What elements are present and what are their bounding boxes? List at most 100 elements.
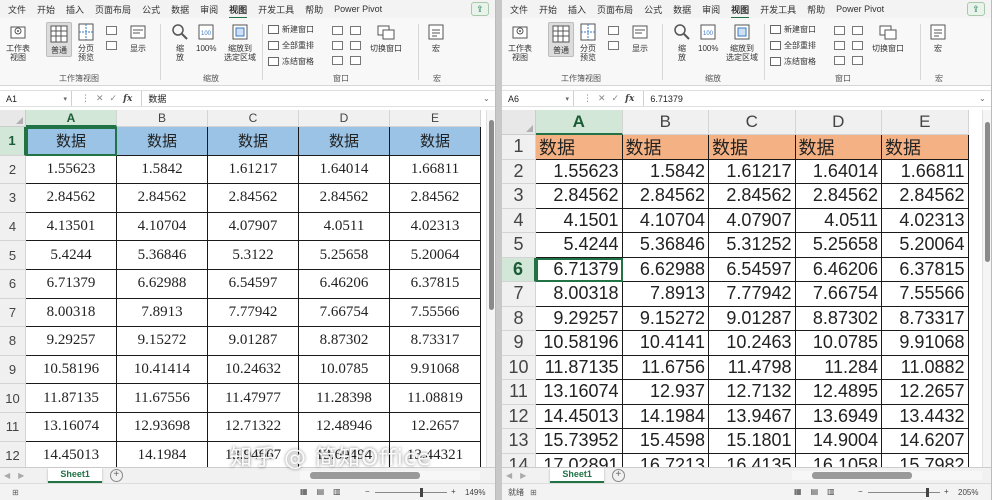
data-cell[interactable]: 5.31252 xyxy=(709,233,796,258)
data-cell[interactable]: 1.66811 xyxy=(882,159,969,184)
column-header-D[interactable]: D xyxy=(299,110,390,127)
row-header-12[interactable]: 12 xyxy=(0,441,26,467)
data-cell[interactable]: 4.10704 xyxy=(117,212,208,242)
horizontal-scroll-thumb[interactable] xyxy=(812,472,912,479)
share-button[interactable]: ⇪ xyxy=(471,2,489,16)
sheet-view-button[interactable]: 工作表 视图 xyxy=(6,22,30,62)
data-cell[interactable]: 9.91068 xyxy=(390,355,481,385)
insert-function-icon[interactable]: fx xyxy=(123,94,132,104)
data-cell[interactable]: 4.1501 xyxy=(536,208,623,233)
macros-button[interactable]: 宏 xyxy=(426,22,446,53)
formula-input[interactable]: 6.71379 xyxy=(643,91,979,106)
row-header-5[interactable]: 5 xyxy=(502,233,536,258)
horizontal-scroll-thumb[interactable] xyxy=(310,472,420,479)
row-header-8[interactable]: 8 xyxy=(0,327,26,356)
row-header-1[interactable]: 1 xyxy=(0,127,26,156)
macros-button[interactable]: 宏 xyxy=(928,22,948,53)
data-cell[interactable]: 7.8913 xyxy=(622,282,709,307)
normal-view-status-icon[interactable]: ▦ xyxy=(300,487,308,496)
data-cell[interactable]: 2.84562 xyxy=(117,184,208,213)
reset-position-mini-button[interactable] xyxy=(350,56,361,65)
header-cell[interactable]: 数据 xyxy=(208,127,299,156)
menu-tab-3[interactable]: 页面布局 xyxy=(597,3,633,16)
header-cell[interactable]: 数据 xyxy=(622,135,709,160)
row-header-14[interactable]: 14 xyxy=(502,453,536,467)
unhide-mini-button[interactable] xyxy=(834,56,845,65)
select-all-corner[interactable] xyxy=(502,110,536,135)
data-cell[interactable]: 4.13501 xyxy=(26,212,117,242)
data-cell[interactable]: 2.84562 xyxy=(709,184,796,209)
data-cell[interactable]: 4.10704 xyxy=(622,208,709,233)
header-cell[interactable]: 数据 xyxy=(26,127,117,156)
data-cell[interactable]: 6.37815 xyxy=(882,257,969,282)
row-header-9[interactable]: 9 xyxy=(502,331,536,356)
data-cell[interactable]: 2.84562 xyxy=(882,184,969,209)
row-header-7[interactable]: 7 xyxy=(0,298,26,328)
data-cell[interactable]: 10.0785 xyxy=(795,331,882,356)
vertical-scrollbar[interactable] xyxy=(486,110,495,467)
data-cell[interactable]: 6.62988 xyxy=(622,257,709,282)
column-header-B[interactable]: B xyxy=(117,110,208,127)
data-cell[interactable]: 11.87135 xyxy=(536,355,623,380)
view-side-by-side-mini-button[interactable] xyxy=(852,26,863,35)
data-cell[interactable]: 7.8913 xyxy=(117,298,208,328)
row-header-2[interactable]: 2 xyxy=(502,159,536,184)
menu-tab-9[interactable]: 帮助 xyxy=(305,3,323,16)
page-break-preview-button[interactable]: 分页 预览 xyxy=(578,22,598,62)
data-cell[interactable]: 5.36846 xyxy=(622,233,709,258)
data-cell[interactable]: 14.1984 xyxy=(622,404,709,429)
row-header-13[interactable]: 13 xyxy=(502,429,536,454)
menu-tab-5[interactable]: 数据 xyxy=(171,3,189,16)
data-cell[interactable]: 13.9467 xyxy=(709,404,796,429)
menu-tab-6[interactable]: 审阅 xyxy=(200,3,218,16)
data-cell[interactable]: 4.07907 xyxy=(709,208,796,233)
menu-tab-9[interactable]: 帮助 xyxy=(807,3,825,16)
data-cell[interactable]: 6.62988 xyxy=(117,270,208,299)
data-cell[interactable]: 12.2657 xyxy=(882,380,969,405)
column-header-A[interactable]: A xyxy=(536,110,623,135)
data-cell[interactable]: 15.7982 xyxy=(882,453,969,467)
header-cell[interactable]: 数据 xyxy=(117,127,208,156)
data-cell[interactable]: 5.20064 xyxy=(882,233,969,258)
menu-tab-0[interactable]: 文件 xyxy=(8,3,26,16)
data-cell[interactable]: 11.0882 xyxy=(882,355,969,380)
row-header-3[interactable]: 3 xyxy=(502,184,536,209)
name-box[interactable]: A1 ▾ xyxy=(0,91,72,106)
zoom-percentage[interactable]: 205% xyxy=(958,488,978,497)
data-cell[interactable]: 12.4895 xyxy=(795,380,882,405)
page-break-preview-button[interactable]: 分页 预览 xyxy=(76,22,96,62)
data-cell[interactable]: 9.15272 xyxy=(622,306,709,331)
menu-tab-0[interactable]: 文件 xyxy=(510,3,528,16)
data-cell[interactable]: 11.4798 xyxy=(709,355,796,380)
data-cell[interactable]: 5.36846 xyxy=(117,241,208,270)
data-cell[interactable]: 9.01287 xyxy=(208,327,299,356)
row-header-1[interactable]: 1 xyxy=(502,135,536,160)
data-cell[interactable]: 14.9004 xyxy=(795,429,882,454)
sheet-tab-sheet1[interactable]: Sheet1 xyxy=(550,467,604,483)
menu-tab-1[interactable]: 开始 xyxy=(37,3,55,16)
data-cell[interactable]: 12.937 xyxy=(622,380,709,405)
row-header-7[interactable]: 7 xyxy=(502,282,536,307)
data-cell[interactable]: 12.71322 xyxy=(208,413,299,442)
zoom-in-icon[interactable]: + xyxy=(451,487,456,496)
sync-scroll-mini-button[interactable] xyxy=(350,41,361,50)
row-header-4[interactable]: 4 xyxy=(502,208,536,233)
name-box[interactable]: A6 ▾ xyxy=(502,91,574,106)
row-header-10[interactable]: 10 xyxy=(502,355,536,380)
normal-view-button[interactable]: 普通 xyxy=(46,22,72,57)
menu-tab-7[interactable]: 视图 xyxy=(731,3,750,19)
check-icon[interactable]: ✓ xyxy=(110,93,118,104)
check-icon[interactable]: ✓ xyxy=(612,93,620,104)
data-cell[interactable]: 1.64014 xyxy=(299,155,390,185)
menu-tab-4[interactable]: 公式 xyxy=(142,3,160,16)
menu-tab-2[interactable]: 插入 xyxy=(568,3,586,16)
data-cell[interactable]: 8.87302 xyxy=(795,306,882,331)
prev-sheet-icon[interactable]: ◀ xyxy=(4,471,10,480)
row-header-6[interactable]: 6 xyxy=(502,257,536,282)
sheet-view-button[interactable]: 工作表 视图 xyxy=(508,22,532,62)
data-cell[interactable]: 9.91068 xyxy=(882,331,969,356)
zoom-out-icon[interactable]: − xyxy=(365,487,370,496)
sync-scroll-mini-button[interactable] xyxy=(852,41,863,50)
data-cell[interactable]: 12.93698 xyxy=(117,413,208,442)
zoom-in-icon[interactable]: + xyxy=(944,487,949,496)
